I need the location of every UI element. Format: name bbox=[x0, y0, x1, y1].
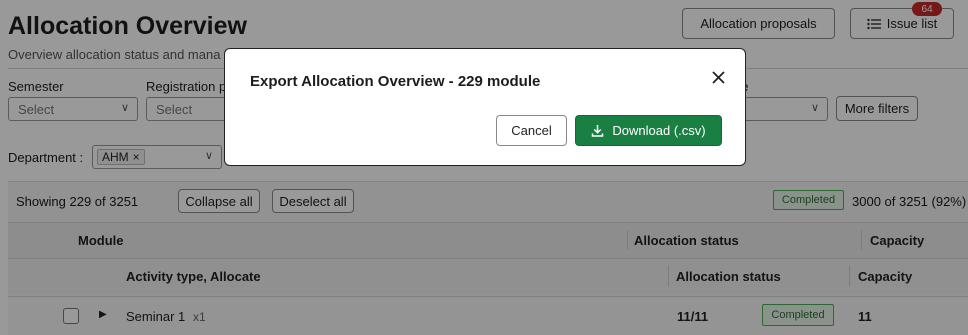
dialog-title: Export Allocation Overview - 229 module bbox=[250, 73, 541, 90]
close-icon bbox=[711, 70, 725, 84]
download-icon bbox=[592, 125, 604, 137]
export-dialog: Export Allocation Overview - 229 module … bbox=[224, 48, 746, 166]
download-label: Download (.csv) bbox=[612, 123, 706, 138]
close-button[interactable] bbox=[708, 67, 728, 87]
cancel-button[interactable]: Cancel bbox=[496, 115, 567, 146]
cancel-label: Cancel bbox=[511, 123, 552, 138]
download-csv-button[interactable]: Download (.csv) bbox=[575, 115, 722, 146]
